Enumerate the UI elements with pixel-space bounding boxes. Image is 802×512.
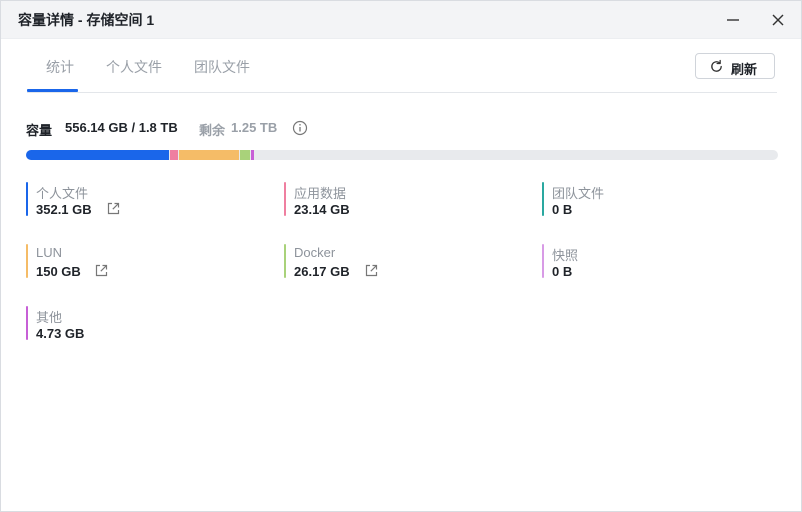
category-value: 352.1 GB [36,202,92,217]
category-name: 其他 [36,310,63,325]
category-name: 团队文件 [552,186,605,201]
remaining-label: 剩余 [199,123,226,138]
usage-segment-2 [179,150,240,160]
category-value: 23.14 GB [294,202,350,217]
minimize-button[interactable] [720,7,746,33]
category-lun: LUN 150 GB [26,244,266,280]
category-docker: Docker 26.17 GB [284,244,524,280]
category-color-marker [542,182,544,216]
refresh-button-label: 刷新 [731,62,758,77]
category-color-marker [26,244,28,278]
capacity-usage-bar [26,150,778,160]
refresh-button[interactable]: 刷新 [695,53,775,79]
title-bar: 容量详情 - 存储空间 1 [1,1,801,39]
window-title: 容量详情 - 存储空间 1 [18,12,155,28]
category-name: 个人文件 [36,186,89,201]
tabs-divider [27,92,777,93]
category-color-marker [542,244,544,278]
refresh-icon [711,59,722,72]
usage-segment-3 [240,150,250,160]
category-value: 26.17 GB [294,264,350,279]
tab-statistics[interactable]: 统计 [46,57,74,77]
usage-segment-1 [169,150,179,160]
category-app-data: 应用数据 23.14 GB [284,182,524,218]
category-color-marker [284,244,286,278]
usage-segment-4 [250,150,254,160]
external-link-icon[interactable] [106,201,121,216]
category-snapshots: 快照 0 B [542,244,782,280]
category-value: 4.73 GB [36,326,85,341]
minimize-icon [727,19,739,21]
category-value: 150 GB [36,264,81,279]
category-name: 应用数据 [294,186,347,201]
external-link-icon[interactable] [364,263,379,278]
category-color-marker [26,182,28,216]
category-personal-files: 个人文件 352.1 GB [26,182,266,218]
external-link-icon[interactable] [94,263,109,278]
usage-segment-0 [26,150,169,160]
category-name: Docker [294,245,336,260]
capacity-value: 556.14 GB / 1.8 TB [65,120,178,135]
tab-personal-files[interactable]: 个人文件 [106,57,162,77]
close-icon [772,14,784,26]
category-other: 其他 4.73 GB [26,306,266,342]
capacity-details-window: 容量详情 - 存储空间 1 统计 个人文件 团队文件 刷新 容量 556.14 … [0,0,802,512]
category-name: 快照 [552,248,579,263]
capacity-label: 容量 [26,123,53,138]
close-button[interactable] [765,7,791,33]
category-name: LUN [36,245,63,260]
category-value: 0 B [552,202,573,217]
category-team-files: 团队文件 0 B [542,182,782,218]
category-color-marker [284,182,286,216]
category-value: 0 B [552,264,573,279]
tab-team-files[interactable]: 团队文件 [194,57,250,77]
remaining-value: 1.25 TB [231,120,278,135]
info-icon[interactable] [292,120,308,136]
category-color-marker [26,306,28,340]
